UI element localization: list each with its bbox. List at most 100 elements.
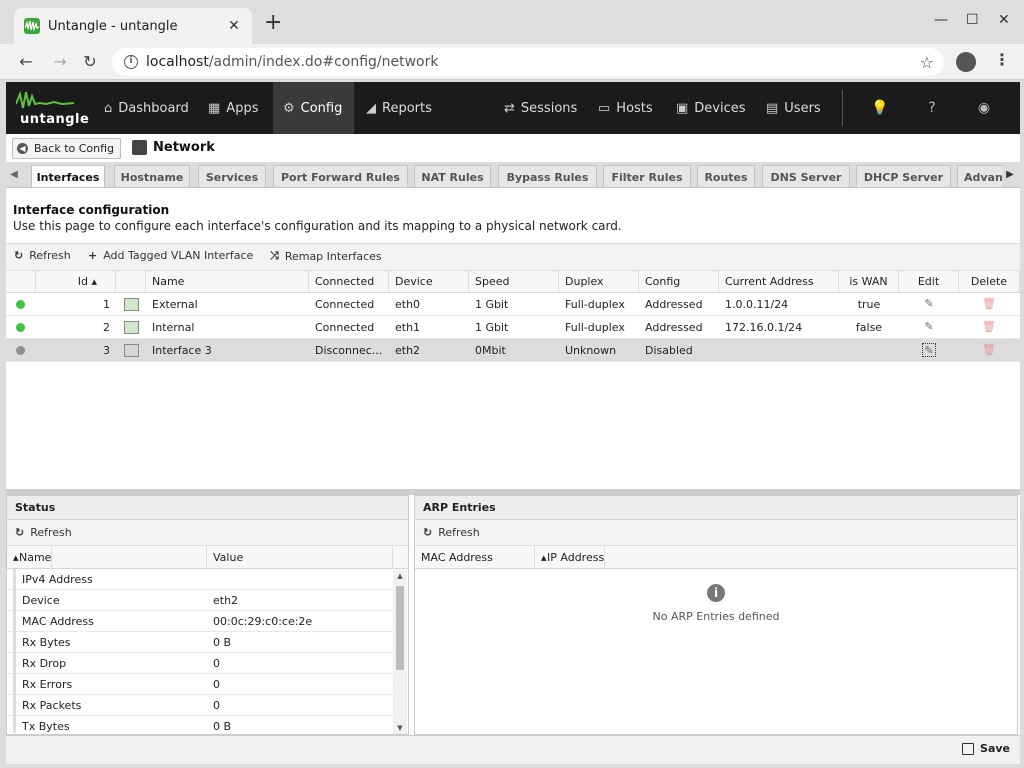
- cell-address: [719, 339, 725, 362]
- cell-id: 3: [103, 344, 110, 357]
- untangle-logo[interactable]: untangle: [16, 88, 89, 128]
- col-config[interactable]: Config: [639, 271, 719, 293]
- tab-dns-server[interactable]: DNS Server: [762, 165, 850, 187]
- col-connected[interactable]: Connected: [309, 271, 389, 293]
- address-bar[interactable]: i localhost/admin/index.do#config/networ…: [112, 48, 944, 76]
- cell-name: External: [152, 298, 198, 311]
- save-button[interactable]: Save: [962, 742, 1010, 755]
- area-chart-icon: ◢: [366, 100, 376, 116]
- status-dot-icon: [16, 346, 25, 355]
- lightbulb-icon[interactable]: 💡: [870, 98, 890, 118]
- nav-sessions[interactable]: ⇄ Sessions: [494, 82, 587, 134]
- nav-config[interactable]: ⚙ Config: [273, 82, 354, 134]
- table-row[interactable]: 2 Internal Connected eth1 1 Gbit Full-du…: [6, 316, 1020, 339]
- network-card-icon: [124, 344, 139, 357]
- back-to-config-button[interactable]: ◀ Back to Config: [12, 138, 122, 159]
- tab-dhcp-server[interactable]: DHCP Server: [856, 165, 951, 187]
- arp-refresh-button[interactable]: ↻ Refresh: [415, 520, 1017, 546]
- col-device[interactable]: Device: [389, 271, 469, 293]
- page-title: Network: [132, 140, 215, 155]
- col-current-address[interactable]: Current Address: [719, 271, 839, 293]
- tab-filter-rules[interactable]: Filter Rules: [603, 165, 691, 187]
- status-dot-icon: [16, 323, 25, 332]
- edit-pencil-icon[interactable]: ✎: [922, 343, 936, 357]
- tab-bypass-rules[interactable]: Bypass Rules: [498, 165, 597, 187]
- tab-services[interactable]: Services: [198, 165, 266, 187]
- scroll-up-icon[interactable]: ▲: [393, 570, 407, 582]
- col-id[interactable]: Id ▴: [36, 271, 116, 293]
- network-card-icon: [124, 321, 139, 334]
- col-status-value[interactable]: Value: [207, 546, 393, 569]
- tab-port-forward-rules[interactable]: Port Forward Rules: [273, 165, 408, 187]
- list-item: Rx Packets 0: [7, 695, 394, 716]
- scroll-down-icon[interactable]: ▼: [393, 722, 407, 734]
- col-is-wan[interactable]: is WAN: [839, 271, 899, 293]
- status-refresh-button[interactable]: ↻ Refresh: [7, 520, 408, 546]
- status-key: Rx Drop: [13, 653, 207, 674]
- forward-arrow-icon[interactable]: →: [50, 52, 70, 72]
- col-name[interactable]: Name: [146, 271, 309, 293]
- bookmark-star-icon[interactable]: ☆: [920, 53, 934, 72]
- scrollbar-thumb[interactable]: [396, 586, 404, 670]
- save-label: Save: [980, 742, 1010, 755]
- edit-pencil-icon[interactable]: ✎: [922, 297, 936, 311]
- profile-avatar-icon[interactable]: [956, 52, 976, 72]
- new-tab-icon[interactable]: +: [264, 12, 282, 34]
- nav-devices[interactable]: ▣ Devices: [666, 82, 756, 134]
- col-speed[interactable]: Speed: [469, 271, 559, 293]
- table-row[interactable]: 3 Interface 3 Disconnec... eth2 0Mbit Un…: [6, 339, 1020, 362]
- col-status-name[interactable]: Name ▴: [7, 546, 207, 569]
- nav-apps[interactable]: ▦ Apps: [198, 82, 268, 134]
- tab-routes[interactable]: Routes: [697, 165, 755, 187]
- floppy-disk-icon: [962, 742, 975, 755]
- maximize-icon[interactable]: ☐: [966, 12, 979, 28]
- reload-icon[interactable]: ↻: [80, 52, 100, 72]
- monitor-icon: ▭: [598, 100, 611, 116]
- list-item: Rx Bytes 0 B: [7, 632, 394, 653]
- delete-trash-icon[interactable]: 🗑: [982, 343, 996, 357]
- edit-pencil-icon[interactable]: ✎: [922, 320, 936, 334]
- tab-nat-rules[interactable]: NAT Rules: [414, 165, 491, 187]
- col-duplex[interactable]: Duplex: [559, 271, 639, 293]
- cell-connected: Disconnec...: [315, 344, 383, 357]
- delete-trash-icon[interactable]: 🗑: [982, 320, 996, 334]
- tab-hostname[interactable]: Hostname: [114, 165, 190, 187]
- minimize-icon[interactable]: —: [934, 12, 948, 28]
- account-icon[interactable]: ◉: [974, 98, 994, 118]
- nav-label: Sessions: [520, 100, 578, 116]
- status-value: 0: [213, 699, 220, 712]
- users-icon: ▤: [766, 100, 779, 116]
- back-arrow-icon[interactable]: ←: [16, 52, 36, 72]
- status-scrollbar[interactable]: ▲ ▼: [393, 570, 407, 734]
- col-status-name-label: Name: [13, 546, 53, 569]
- window-close-icon[interactable]: ✕: [998, 12, 1010, 28]
- refresh-icon: ↻: [15, 526, 25, 539]
- delete-trash-icon[interactable]: 🗑: [982, 297, 996, 311]
- tabs-scroll-left-icon[interactable]: ◀: [6, 162, 22, 187]
- nav-users[interactable]: ▤ Users: [756, 82, 831, 134]
- untangle-favicon-icon: [24, 18, 40, 34]
- nav-reports[interactable]: ◢ Reports: [356, 82, 442, 134]
- site-info-icon[interactable]: i: [124, 55, 138, 69]
- refresh-button[interactable]: ↻ Refresh: [14, 249, 71, 262]
- tab-close-icon[interactable]: ✕: [226, 18, 242, 34]
- help-icon[interactable]: ?: [922, 98, 942, 118]
- tabs-scroll-right-icon[interactable]: ▶: [1002, 162, 1018, 187]
- nav-hosts[interactable]: ▭ Hosts: [588, 82, 663, 134]
- cell-is-wan: [839, 339, 899, 362]
- cell-speed: 1 Gbit: [475, 321, 509, 334]
- sessions-icon: ⇄: [504, 100, 515, 116]
- browser-menu-icon[interactable]: ⋮: [994, 50, 1010, 69]
- status-value: 00:0c:29:c0:ce:2e: [213, 615, 313, 628]
- col-mac-address[interactable]: MAC Address: [415, 546, 535, 569]
- add-vlan-button[interactable]: + Add Tagged VLAN Interface: [88, 249, 253, 262]
- col-edit: Edit: [899, 271, 959, 293]
- tab-interfaces[interactable]: Interfaces: [31, 165, 105, 187]
- col-ip-address[interactable]: IP Address ▴: [535, 546, 1017, 569]
- table-row[interactable]: 1 External Connected eth0 1 Gbit Full-du…: [6, 293, 1020, 316]
- status-key: MAC Address: [13, 611, 207, 632]
- nav-dashboard[interactable]: ⌂ Dashboard: [94, 82, 199, 134]
- browser-tab[interactable]: Untangle - untangle ✕: [14, 8, 252, 44]
- add-vlan-label: Add Tagged VLAN Interface: [103, 249, 254, 262]
- remap-interfaces-button[interactable]: ⤨ Remap Interfaces: [270, 249, 382, 263]
